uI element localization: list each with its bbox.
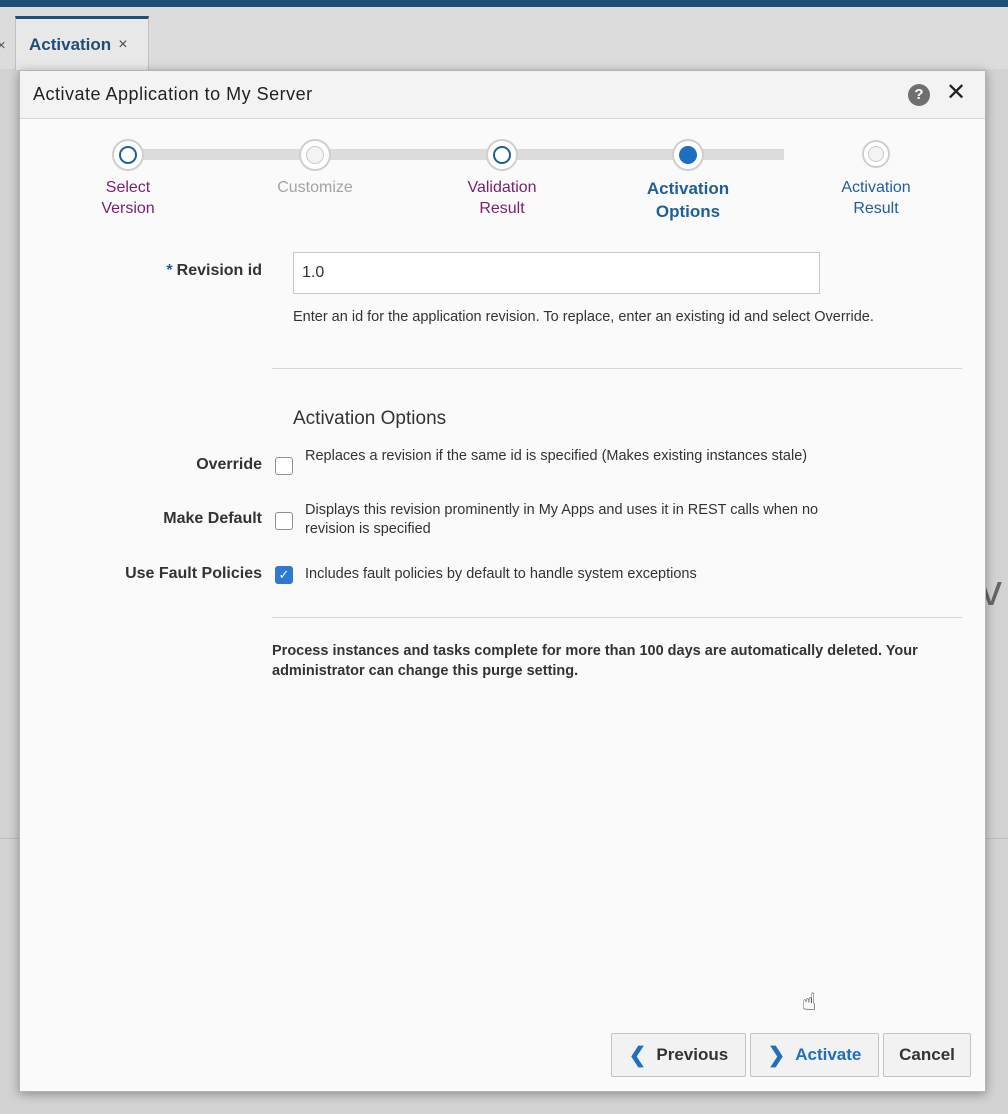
step-label-line: Result xyxy=(853,200,899,217)
step-marker-icon xyxy=(119,146,137,164)
step-label-line: Activation xyxy=(646,179,730,198)
dialog-title: Activate Application to My Server xyxy=(33,84,313,104)
tab-strip: × Activation × xyxy=(0,7,1008,70)
step-label-line: Activation xyxy=(841,179,911,196)
revision-id-help: Enter an id for the application revision… xyxy=(293,309,874,325)
activate-button-label: Activate xyxy=(795,1045,862,1064)
train-stop-validation-result[interactable] xyxy=(486,139,518,171)
chevron-right-icon: ❯ xyxy=(767,1043,786,1067)
step-label-activation-options: Activation Options xyxy=(628,177,748,223)
hand-cursor-icon: ☝ xyxy=(802,989,817,1016)
override-description: Replaces a revision if the same id is sp… xyxy=(305,448,808,464)
use-fault-policies-label: Use Fault Policies xyxy=(125,565,262,582)
train-connector xyxy=(312,149,498,160)
previous-button-label: Previous xyxy=(656,1045,729,1064)
step-label-customize: Customize xyxy=(255,177,375,198)
train-connector xyxy=(128,149,312,160)
step-label-line: Options xyxy=(655,202,721,221)
revision-id-label-text: Revision id xyxy=(176,262,262,279)
train-connector xyxy=(498,149,684,160)
step-marker-icon xyxy=(868,146,884,162)
purge-note: Process instances and tasks complete for… xyxy=(272,643,918,679)
tab-close-icon[interactable]: × xyxy=(118,36,127,54)
activate-button[interactable]: ❯ Activate xyxy=(750,1033,879,1077)
revision-id-label: * Revision id xyxy=(100,262,262,280)
section-divider xyxy=(272,368,962,369)
train-stop-activation-options[interactable] xyxy=(672,139,704,171)
step-label-line: Result xyxy=(479,200,525,217)
step-label-select-version[interactable]: Select Version xyxy=(68,177,188,219)
tab-activation-label: Activation xyxy=(29,34,112,54)
step-label-activation-result[interactable]: Activation Result xyxy=(816,177,936,219)
top-brand-stripe xyxy=(0,0,1008,7)
chevron-left-icon: ❮ xyxy=(628,1043,647,1067)
activate-application-dialog: Activate Application to My Server ? ✕ Se… xyxy=(19,70,986,1092)
step-label-validation-result[interactable]: Validation Result xyxy=(442,177,562,219)
step-marker-icon xyxy=(493,146,511,164)
step-marker-icon xyxy=(679,146,697,164)
train-stop-customize xyxy=(299,139,331,171)
close-icon[interactable]: ✕ xyxy=(946,80,966,106)
help-icon[interactable]: ? xyxy=(908,84,930,106)
previous-tab-close-icon[interactable]: × xyxy=(0,37,6,54)
use-fault-policies-description: Includes fault policies by default to ha… xyxy=(305,566,697,582)
step-label-line: Version xyxy=(101,200,155,217)
override-checkbox[interactable] xyxy=(275,457,293,475)
make-default-label: Make Default xyxy=(163,510,262,527)
use-fault-policies-checkbox[interactable]: ✓ xyxy=(275,566,293,584)
tab-activation[interactable]: Activation × xyxy=(15,16,149,70)
checkmark-icon: ✓ xyxy=(278,567,290,582)
make-default-description: Displays this revision prominently in My… xyxy=(305,502,819,537)
revision-id-input[interactable] xyxy=(293,252,820,294)
previous-button[interactable]: ❮ Previous xyxy=(611,1033,746,1077)
step-label-line: Select xyxy=(105,179,151,196)
step-label-line: Validation xyxy=(467,179,537,196)
activation-options-title: Activation Options xyxy=(293,408,447,429)
step-marker-icon xyxy=(306,146,324,164)
section-divider xyxy=(272,617,962,618)
required-marker: * xyxy=(166,262,173,279)
dialog-header: Activate Application to My Server ? ✕ xyxy=(20,71,985,119)
train-stop-select-version[interactable] xyxy=(112,139,144,171)
cancel-button-label: Cancel xyxy=(899,1045,955,1064)
train-stop-activation-result[interactable] xyxy=(862,140,890,168)
step-label-line: Customize xyxy=(277,179,353,196)
cancel-button[interactable]: Cancel xyxy=(883,1033,971,1077)
make-default-checkbox[interactable] xyxy=(275,512,293,530)
override-label: Override xyxy=(196,456,262,473)
